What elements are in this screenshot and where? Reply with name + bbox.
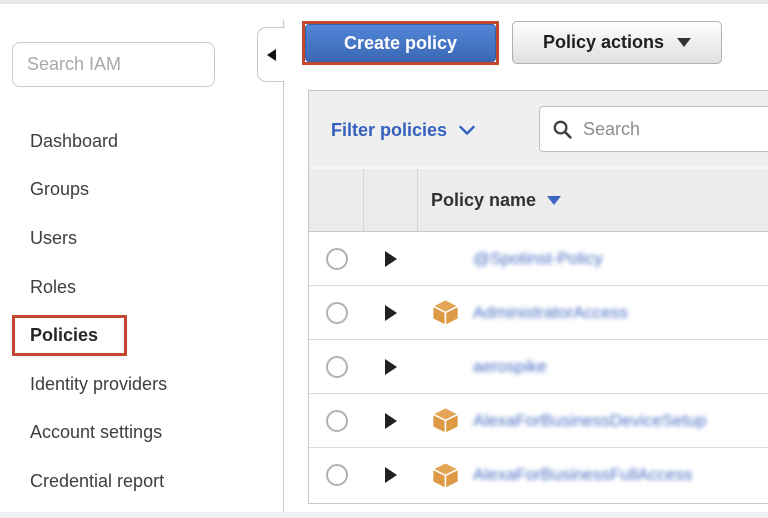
row-radio-button[interactable]	[326, 248, 348, 270]
table-row: AdministratorAccess	[309, 286, 768, 340]
row-radio-button[interactable]	[326, 302, 348, 324]
policy-icon-slot	[431, 244, 460, 273]
aws-managed-policy-icon	[431, 461, 460, 490]
search-icon	[552, 119, 573, 140]
policy-actions-button[interactable]: Policy actions	[512, 21, 722, 64]
table-row: aerospike	[309, 340, 768, 394]
sidebar-nav: Dashboard Groups Users Roles Policies Id…	[0, 117, 283, 506]
policy-actions-label: Policy actions	[543, 32, 664, 53]
search-iam-input[interactable]	[12, 42, 215, 87]
aws-managed-policy-icon	[431, 298, 460, 327]
sidebar-item-credential-report[interactable]: Credential report	[0, 457, 283, 506]
sidebar-item-groups[interactable]: Groups	[0, 166, 283, 215]
policy-icon-slot	[431, 352, 460, 381]
expand-row-icon[interactable]	[385, 359, 397, 375]
sidebar-item-users[interactable]: Users	[0, 214, 283, 263]
table-header-row: Policy name	[309, 169, 768, 232]
aws-managed-policy-icon	[431, 406, 460, 435]
table-row: AlexaForBusinessFullAccess	[309, 448, 768, 502]
row-radio-button[interactable]	[326, 464, 348, 486]
iam-sidebar: Dashboard Groups Users Roles Policies Id…	[0, 4, 283, 512]
expand-row-icon[interactable]	[385, 467, 397, 483]
sidebar-item-roles[interactable]: Roles	[0, 263, 283, 312]
row-radio-button[interactable]	[326, 356, 348, 378]
policies-table-panel: Filter policies Policy name @Spotinst-Po…	[308, 90, 768, 504]
expand-row-icon[interactable]	[385, 413, 397, 429]
sidebar-divider	[283, 20, 284, 512]
filter-bar: Filter policies	[309, 91, 768, 169]
header-policy-name[interactable]: Policy name	[418, 169, 768, 231]
policy-name-link[interactable]: AlexaForBusinessDeviceSetup	[473, 411, 706, 431]
dropdown-caret-icon	[677, 38, 691, 47]
bottom-border-strip	[0, 512, 768, 518]
policy-name-link[interactable]: aerospike	[473, 357, 547, 377]
create-policy-button[interactable]: Create policy	[305, 24, 496, 62]
filter-policies-label: Filter policies	[331, 120, 447, 141]
sidebar-item-account-settings[interactable]: Account settings	[0, 409, 283, 458]
table-row: AlexaForBusinessDeviceSetup	[309, 394, 768, 448]
policy-name-header-label: Policy name	[431, 190, 536, 211]
table-row: @Spotinst-Policy	[309, 232, 768, 286]
sidebar-item-identity-providers[interactable]: Identity providers	[0, 360, 283, 409]
row-radio-button[interactable]	[326, 410, 348, 432]
header-expand-column	[364, 169, 418, 231]
chevron-down-icon	[459, 125, 475, 136]
collapse-sidebar-button[interactable]	[257, 27, 285, 82]
filter-policies-dropdown[interactable]: Filter policies	[331, 91, 475, 169]
sidebar-item-policies[interactable]: Policies	[0, 311, 283, 360]
policy-name-link[interactable]: AdministratorAccess	[473, 303, 628, 323]
policy-name-link[interactable]: AlexaForBusinessFullAccess	[473, 465, 692, 485]
policy-search-box	[539, 106, 768, 152]
header-select-column	[309, 169, 364, 231]
collapse-sidebar-icon	[267, 49, 276, 61]
policies-annotation-box: Policies	[12, 315, 127, 356]
sidebar-item-dashboard[interactable]: Dashboard	[0, 117, 283, 166]
policy-search-input[interactable]	[583, 119, 768, 140]
expand-row-icon[interactable]	[385, 251, 397, 267]
create-policy-annotation-box: Create policy	[302, 21, 499, 65]
sort-descending-icon	[547, 196, 561, 205]
expand-row-icon[interactable]	[385, 305, 397, 321]
policy-name-link[interactable]: @Spotinst-Policy	[473, 249, 603, 269]
